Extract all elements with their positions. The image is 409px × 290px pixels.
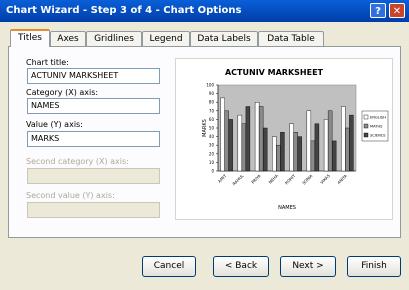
bar-english <box>272 136 277 172</box>
value-y-axis-field[interactable]: MARKS <box>27 131 160 147</box>
bar-maths <box>345 127 350 172</box>
legend-swatch <box>363 123 369 129</box>
legend-label: SCIENCE <box>370 134 386 138</box>
x-tick-label: SONIA <box>301 173 314 186</box>
y-tick-label: 100 <box>206 83 214 88</box>
value-y-axis-label: Value (Y) axis: <box>26 120 83 129</box>
y-tick-label: 0 <box>211 169 214 174</box>
cancel-button[interactable]: Cancel <box>142 256 196 277</box>
bar-maths <box>310 140 316 172</box>
bar-maths <box>258 106 264 172</box>
bar-maths <box>224 110 229 172</box>
tab-titles[interactable]: Titles <box>10 29 50 47</box>
bar-science <box>245 106 251 172</box>
chart-preview: ACTUNIV MARKSHEET 0 10 20 30 40 50 60 70 80 90 100 A… <box>175 58 393 220</box>
close-button[interactable]: ✕ <box>389 3 405 18</box>
x-tick-label: RAHUL <box>231 173 245 187</box>
x-tick-label: PRIYA <box>250 173 262 185</box>
tab-legend[interactable]: Legend <box>142 31 190 46</box>
bar-english <box>323 119 329 172</box>
bar-english <box>306 110 312 172</box>
x-tick-label: VIKAS <box>319 173 331 185</box>
bar-science <box>314 123 320 172</box>
title-bar: Chart Wizard - Step 3 of 4 - Chart Optio… <box>0 0 409 22</box>
legend-swatch <box>363 114 369 120</box>
tab-gridlines[interactable]: Gridlines <box>86 31 142 46</box>
bar-maths <box>293 132 298 172</box>
chart-svg: ACTUNIV MARKSHEET 0 10 20 30 40 50 60 70 80 90 100 A… <box>202 68 389 211</box>
second-category-axis-field <box>27 168 160 184</box>
bar-english <box>341 106 346 172</box>
finish-button[interactable]: Finish <box>347 256 401 277</box>
y-axis-title: MARKS <box>202 119 208 137</box>
chart-title-label: Chart title: <box>26 58 69 67</box>
y-tick-label: 90 <box>209 91 215 96</box>
category-x-axis-field[interactable]: NAMES <box>27 98 160 114</box>
category-x-axis-label: Category (X) axis: <box>26 88 99 97</box>
x-tick-label: NEHA <box>268 173 280 185</box>
bar-english <box>237 114 243 172</box>
bar-english <box>289 123 294 172</box>
second-value-axis-label: Second value (Y) axis: <box>26 191 115 200</box>
x-axis-title: NAMES <box>278 205 296 211</box>
y-tick-label: 60 <box>209 117 215 122</box>
bar-science <box>262 127 268 172</box>
help-button[interactable]: ? <box>370 3 386 18</box>
bar-english <box>254 102 260 172</box>
bar-maths <box>327 110 333 172</box>
y-tick-label: 80 <box>209 100 215 105</box>
chart-wizard-dialog: Chart Wizard - Step 3 of 4 - Chart Optio… <box>0 0 409 290</box>
x-tick-label: AMIT <box>217 173 228 184</box>
tab-strip: Titles Axes Gridlines Legend Data Labels… <box>8 29 401 47</box>
second-value-axis-field <box>27 202 160 218</box>
window-title: Chart Wizard - Step 3 of 4 - Chart Optio… <box>6 5 242 16</box>
legend-swatch <box>363 132 369 138</box>
second-category-axis-label: Second category (X) axis: <box>26 157 129 166</box>
bar-maths <box>276 144 281 172</box>
y-tick-label: 20 <box>209 151 215 156</box>
legend-label: ENGLISH <box>370 116 386 120</box>
x-tick-label: ROHIT <box>284 173 297 186</box>
back-button[interactable]: < Back <box>213 256 269 277</box>
y-tick-label: 50 <box>209 126 215 131</box>
tab-data-table[interactable]: Data Table <box>258 31 324 46</box>
y-tick-label: 40 <box>209 134 215 139</box>
chart-title: ACTUNIV MARKSHEET <box>225 68 324 77</box>
next-button[interactable]: Next > <box>280 256 336 277</box>
y-tick-label: 30 <box>209 143 215 148</box>
bar-english <box>220 97 225 172</box>
bar-science <box>297 136 302 172</box>
x-tick-label: ANITA <box>336 173 348 185</box>
bar-science <box>349 114 354 172</box>
bar-science <box>228 119 233 172</box>
tab-axes[interactable]: Axes <box>50 31 86 46</box>
tab-data-labels[interactable]: Data Labels <box>190 31 258 46</box>
y-tick-label: 70 <box>209 108 215 113</box>
legend-label: MATHS <box>370 125 383 129</box>
bar-science <box>280 132 285 172</box>
bar-maths <box>241 123 247 172</box>
chart-title-field[interactable]: ACTUNIV MARKSHEET <box>27 68 160 84</box>
y-tick-label: 10 <box>209 160 215 165</box>
bar-science <box>331 140 337 172</box>
